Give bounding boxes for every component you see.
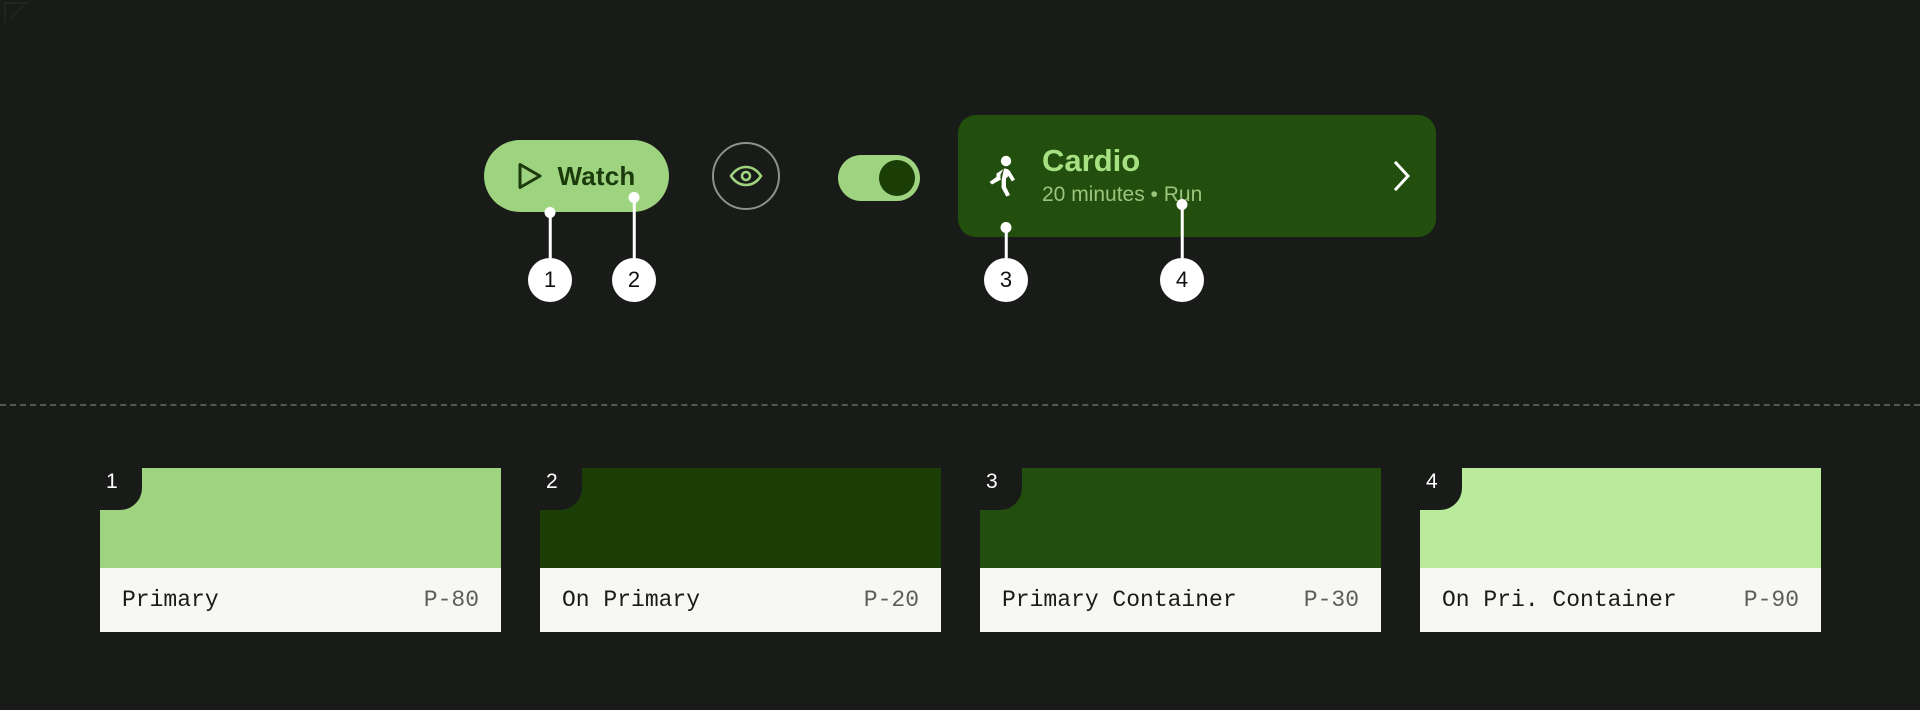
swatch-label-bar: On Pri. Container P-90 <box>1420 568 1821 632</box>
callout-stem <box>548 212 552 260</box>
cardio-card-title: Cardio <box>1042 143 1141 179</box>
callout-bubble: 3 <box>984 258 1028 302</box>
screenshot-root: Watch Cardio 20 minutes • Run 1 2 3 4 1 … <box>0 0 1920 710</box>
swatch-card-4[interactable]: 4 On Pri. Container P-90 <box>1420 468 1821 632</box>
swatch-name: On Primary <box>562 587 701 613</box>
cardio-card-subtitle: 20 minutes • Run <box>1042 183 1203 207</box>
swatch-card-3[interactable]: 3 Primary Container P-30 <box>980 468 1381 632</box>
swatch-tone: P-90 <box>1743 587 1799 613</box>
callout-bubble: 2 <box>612 258 656 302</box>
toggle-thumb[interactable] <box>879 160 915 196</box>
swatch-label-bar: On Primary P-20 <box>540 568 941 632</box>
play-triangle-icon <box>518 163 542 189</box>
swatch-name: On Pri. Container <box>1442 587 1677 613</box>
callout-marker-3: 3 <box>984 222 1028 322</box>
swatch-color-block <box>100 468 501 568</box>
callout-stem <box>1180 204 1184 260</box>
swatch-tone: P-20 <box>863 587 919 613</box>
eye-icon-button[interactable] <box>712 142 780 210</box>
swatch-tone: P-30 <box>1303 587 1359 613</box>
swatch-color-block <box>1420 468 1821 568</box>
section-divider <box>0 404 1920 406</box>
swatch-label-bar: Primary P-80 <box>100 568 501 632</box>
chevron-right-icon[interactable] <box>1388 159 1414 193</box>
callout-stem <box>1004 227 1008 260</box>
swatch-card-2[interactable]: 2 On Primary P-20 <box>540 468 941 632</box>
swatch-color-block <box>540 468 941 568</box>
swatch-row: 1 Primary P-80 2 On Primary P-20 3 Prima… <box>100 468 1821 632</box>
running-person-icon <box>989 155 1015 197</box>
swatch-card-1[interactable]: 1 Primary P-80 <box>100 468 501 632</box>
toggle-switch[interactable] <box>838 155 920 201</box>
callout-marker-2: 2 <box>612 192 656 307</box>
callout-stem <box>632 197 636 260</box>
watch-button-label: Watch <box>557 160 636 191</box>
swatch-label-bar: Primary Container P-30 <box>980 568 1381 632</box>
eye-icon <box>729 165 763 187</box>
callout-marker-1: 1 <box>528 207 572 307</box>
callout-bubble: 4 <box>1160 258 1204 302</box>
swatch-color-block <box>980 468 1381 568</box>
swatch-name: Primary <box>122 587 219 613</box>
swatch-name: Primary Container <box>1002 587 1237 613</box>
callout-bubble: 1 <box>528 258 572 302</box>
callout-marker-4: 4 <box>1160 199 1204 319</box>
corner-mark-icon <box>4 2 29 23</box>
swatch-tone: P-80 <box>423 587 479 613</box>
cardio-card-text-group: Cardio 20 minutes • Run <box>1042 144 1368 207</box>
